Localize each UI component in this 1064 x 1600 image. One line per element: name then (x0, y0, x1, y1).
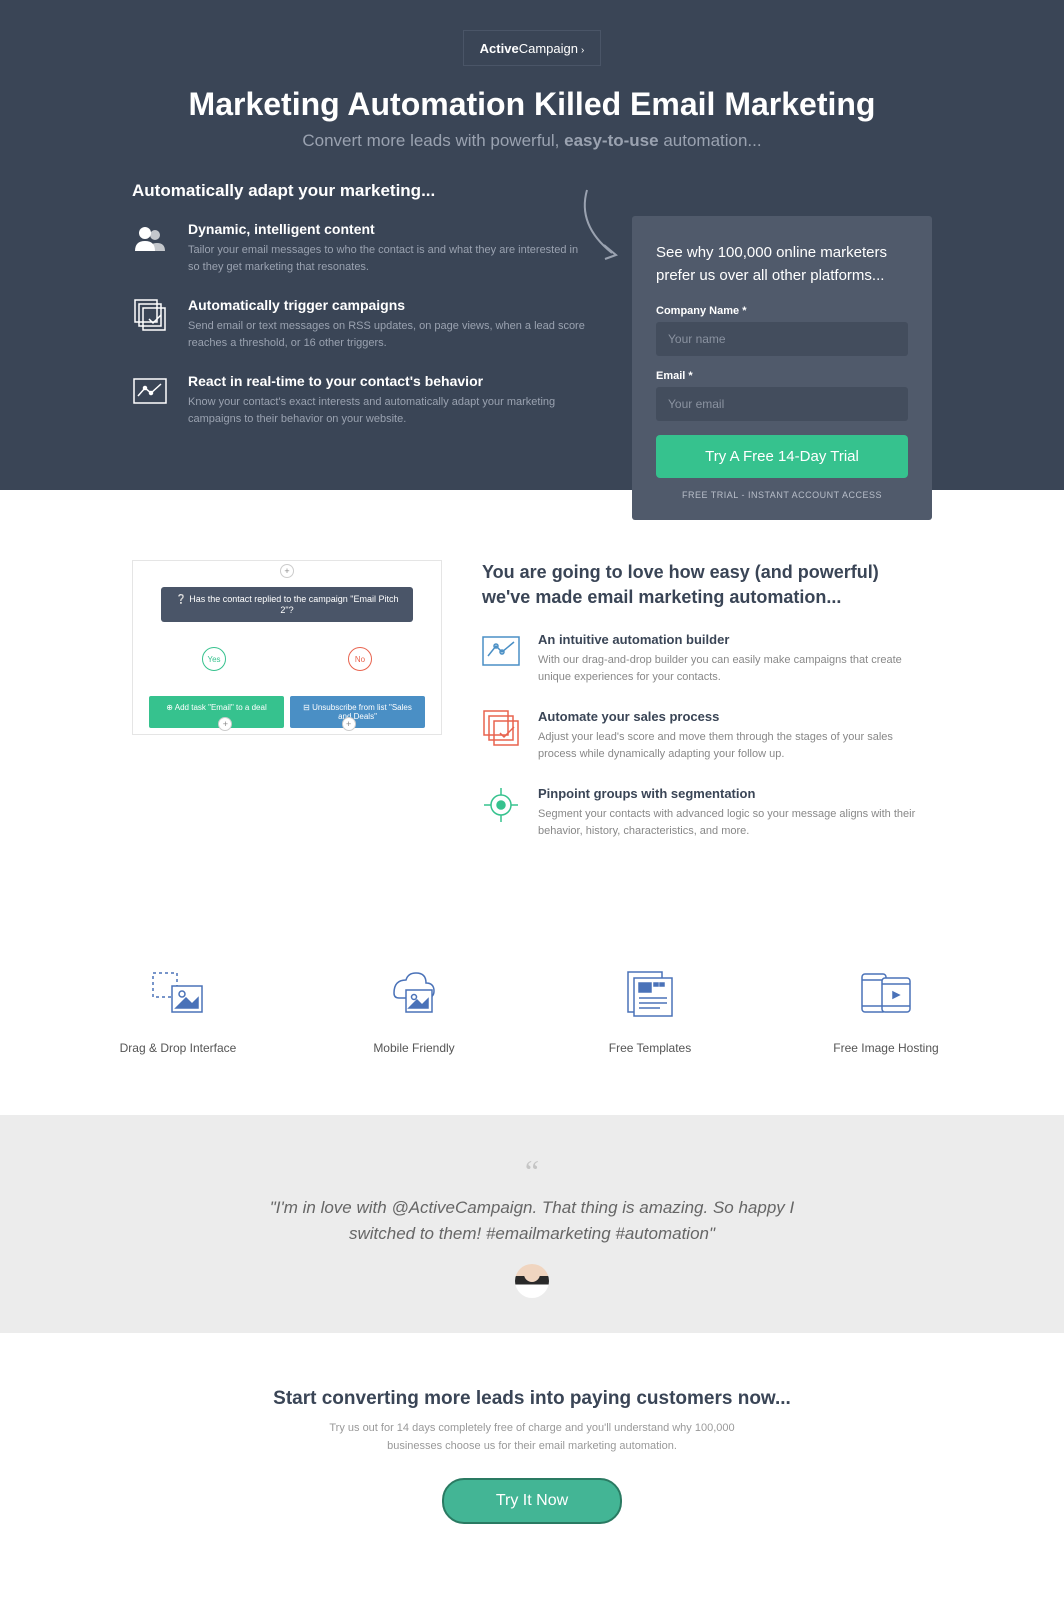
love-item-title: An intuitive automation builder (538, 632, 932, 647)
grid-label: Mobile Friendly (329, 1041, 499, 1055)
email-label: Email * (656, 370, 908, 382)
logo-text: ActiveCampaign› (480, 41, 585, 56)
love-item: Pinpoint groups with segmentation Segment… (482, 786, 932, 839)
feature-item: React in real-time to your contact's beh… (132, 373, 592, 427)
sales-icon (482, 709, 520, 747)
love-item: Automate your sales process Adjust your l… (482, 709, 932, 762)
love-section: + ❔ Has the contact replied to the campa… (0, 490, 1064, 913)
builder-icon (482, 632, 520, 670)
curved-arrow-icon (572, 185, 632, 265)
hero-section: ActiveCampaign› Marketing Automation Kil… (0, 0, 1064, 490)
chart-icon (132, 373, 168, 409)
plus-icon: + (342, 717, 356, 731)
automation-flow-diagram: + ❔ Has the contact replied to the campa… (132, 560, 442, 735)
quote-icon: “ (0, 1155, 1064, 1187)
checklist-icon (132, 297, 168, 333)
love-item-title: Automate your sales process (538, 709, 932, 724)
mobile-icon (329, 963, 499, 1023)
feature-title: Automatically trigger campaigns (188, 297, 592, 313)
target-icon (482, 786, 520, 824)
grid-label: Drag & Drop Interface (93, 1041, 263, 1055)
grid-item: Drag & Drop Interface (93, 963, 263, 1055)
features-grid: Drag & Drop Interface Mobile Friendly Fr… (0, 913, 1064, 1115)
page-headline: Marketing Automation Killed Email Market… (132, 86, 932, 123)
feature-item: Dynamic, intelligent content Tailor your … (132, 221, 592, 275)
page-subhead: Convert more leads with powerful, easy-t… (132, 131, 932, 151)
grid-label: Free Templates (565, 1041, 735, 1055)
hero-features: Dynamic, intelligent content Tailor your … (132, 221, 592, 489)
testimonial-section: “ "I'm in love with @ActiveCampaign. Tha… (0, 1115, 1064, 1333)
feature-item: Automatically trigger campaigns Send emai… (132, 297, 592, 351)
flow-yes-node: Yes (202, 647, 226, 671)
flow-no-node: No (348, 647, 372, 671)
flow-question: ❔ Has the contact replied to the campaig… (161, 587, 413, 622)
hero-section-title: Automatically adapt your marketing... (132, 181, 932, 201)
flow-action-unsub: ⊟ Unsubscribe from list "Sales and Deals… (290, 696, 425, 728)
feature-desc: Know your contact's exact interests and … (188, 394, 592, 427)
feature-desc: Send email or text messages on RSS updat… (188, 318, 592, 351)
signup-form: See why 100,000 online marketers prefer … (632, 216, 932, 520)
templates-icon (565, 963, 735, 1023)
company-input[interactable] (656, 322, 908, 356)
cta-subtitle: Try us out for 14 days completely free o… (302, 1420, 762, 1455)
feature-title: React in real-time to your contact's beh… (188, 373, 592, 389)
love-item-desc: Adjust your lead's score and move them t… (538, 729, 932, 762)
testimonial-text: "I'm in love with @ActiveCampaign. That … (252, 1195, 812, 1246)
plus-icon: + (280, 564, 294, 578)
cta-section: Start converting more leads into paying … (0, 1333, 1064, 1593)
logo-arrow-icon: › (581, 45, 584, 56)
love-item-desc: With our drag-and-drop builder you can e… (538, 652, 932, 685)
love-title: You are going to love how easy (and powe… (482, 560, 932, 610)
flow-action-add: ⊕ Add task "Email" to a deal (149, 696, 284, 728)
people-icon (132, 221, 168, 257)
form-note: FREE TRIAL - INSTANT ACCOUNT ACCESS (656, 490, 908, 500)
feature-title: Dynamic, intelligent content (188, 221, 592, 237)
try-it-now-button[interactable]: Try It Now (442, 1478, 622, 1524)
feature-desc: Tailor your email messages to who the co… (188, 242, 592, 275)
trial-button[interactable]: Try A Free 14-Day Trial (656, 435, 908, 478)
love-item-title: Pinpoint groups with segmentation (538, 786, 932, 801)
logo[interactable]: ActiveCampaign› (463, 30, 601, 66)
grid-label: Free Image Hosting (801, 1041, 971, 1055)
plus-icon: + (218, 717, 232, 731)
hosting-icon (801, 963, 971, 1023)
grid-item: Free Image Hosting (801, 963, 971, 1055)
love-item: An intuitive automation builder With our … (482, 632, 932, 685)
company-label: Company Name * (656, 305, 908, 317)
testimonial-avatar (515, 1264, 549, 1298)
drag-drop-icon (93, 963, 263, 1023)
form-title: See why 100,000 online marketers prefer … (656, 242, 908, 287)
grid-item: Free Templates (565, 963, 735, 1055)
love-item-desc: Segment your contacts with advanced logi… (538, 806, 932, 839)
grid-item: Mobile Friendly (329, 963, 499, 1055)
cta-title: Start converting more leads into paying … (0, 1388, 1064, 1410)
email-input[interactable] (656, 387, 908, 421)
